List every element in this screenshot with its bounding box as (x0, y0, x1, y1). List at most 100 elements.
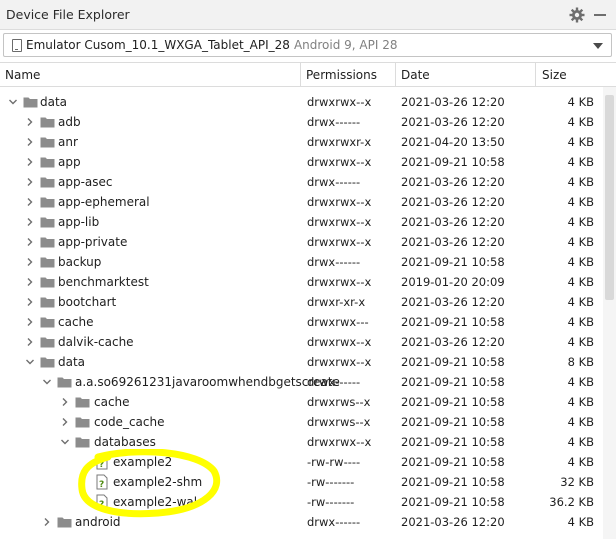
chevron-right-icon[interactable] (60, 417, 70, 427)
tree-row-folder[interactable]: android drwx------ 2021-03-26 12:20 4 KB (0, 512, 602, 532)
scrollbar-thumb[interactable] (605, 95, 614, 300)
tree-item-label: bootchart (58, 295, 117, 309)
tree-row-folder[interactable]: adb drwx------ 2021-03-26 12:20 4 KB (0, 112, 602, 132)
tree-item-label: app-lib (58, 215, 100, 229)
chevron-right-icon[interactable] (25, 157, 35, 167)
date-cell: 2021-09-21 10:58 (401, 255, 505, 269)
tree-item-label: a.a.so69261231javaroomwhendbgetscreate (75, 375, 340, 389)
table-header: Name Permissions Date Size (0, 62, 616, 87)
chevron-right-icon[interactable] (42, 517, 52, 527)
permissions-cell: drwx------ (307, 375, 361, 389)
chevron-down-icon[interactable] (25, 357, 35, 367)
chevron-right-icon[interactable] (25, 137, 35, 147)
tree-item-label: app-ephemeral (58, 195, 150, 209)
file-tree[interactable]: data drwxrwx--x 2021-03-26 12:20 4 KB adb drw… (0, 92, 602, 539)
tree-row-file[interactable]: ? example2 -rw-rw---- 2021-09-21 10:58 4 KB (0, 452, 602, 472)
chevron-right-icon[interactable] (25, 337, 35, 347)
chevron-right-icon[interactable] (25, 297, 35, 307)
tree-row-folder[interactable]: code_cache drwxrws--x 2021-09-21 10:58 4 KB (0, 412, 602, 432)
chevron-right-icon[interactable] (25, 217, 35, 227)
permissions-cell: drwx------ (307, 515, 361, 529)
tree-item-label: adb (58, 115, 81, 129)
permissions-cell: drwxr-xr-x (307, 295, 366, 309)
size-cell: 4 KB (567, 455, 594, 469)
size-cell: 4 KB (567, 275, 594, 289)
permissions-cell: drwxrwx--x (307, 435, 372, 449)
tree-row-folder[interactable]: a.a.so69261231javaroomwhendbgetscreate dr… (0, 372, 602, 392)
chevron-down-icon[interactable] (42, 377, 52, 387)
column-divider[interactable] (535, 63, 536, 87)
date-cell: 2021-03-26 12:20 (401, 515, 505, 529)
date-cell: 2021-09-21 10:58 (401, 315, 505, 329)
tree-row-folder[interactable]: app-private drwxrwx--x 2021-03-26 12:20 4 K… (0, 232, 602, 252)
tree-row-folder[interactable]: backup drwx------ 2021-09-21 10:58 4 KB (0, 252, 602, 272)
device-selector[interactable]: Emulator Cusom_10.1_WXGA_Tablet_API_28 An… (3, 33, 612, 57)
permissions-cell: drwxrwx--- (307, 315, 369, 329)
tree-item-label: example2-shm (113, 475, 203, 489)
permissions-cell: drwxrwx--x (307, 215, 372, 229)
device-icon (12, 39, 22, 52)
column-size[interactable]: Size (542, 68, 567, 82)
tree-row-folder[interactable]: bootchart drwxr-xr-x 2021-03-26 12:20 4 KB (0, 292, 602, 312)
tree-row-folder[interactable]: app-asec drwx------ 2021-03-26 12:20 4 KB (0, 172, 602, 192)
chevron-right-icon[interactable] (25, 317, 35, 327)
date-cell: 2021-09-21 10:58 (401, 375, 505, 389)
column-name[interactable]: Name (5, 68, 40, 82)
tree-row-folder[interactable]: benchmarktest drwxrwx--x 2019-01-20 20:09 4… (0, 272, 602, 292)
permissions-cell: -rw-rw---- (307, 455, 361, 469)
chevron-right-icon[interactable] (25, 277, 35, 287)
tree-item-label: cache (58, 315, 94, 329)
device-meta: Android 9, API 28 (293, 38, 398, 52)
device-label: Emulator Cusom_10.1_WXGA_Tablet_API_28 An… (26, 38, 397, 52)
tree-row-file[interactable]: ? example2-wal -rw------- 2021-09-21 10:58 3… (0, 492, 602, 512)
size-cell: 4 KB (567, 195, 594, 209)
tree-row-folder[interactable]: cache drwxrws--x 2021-09-21 10:58 4 KB (0, 392, 602, 412)
size-cell: 4 KB (567, 155, 594, 169)
date-cell: 2021-03-26 12:20 (401, 215, 505, 229)
column-divider[interactable] (395, 63, 396, 87)
folder-icon (40, 257, 55, 268)
tree-row-folder[interactable]: databases drwxrwx--x 2021-09-21 10:58 4 KB (0, 432, 602, 452)
tree-item-label: cache (94, 395, 130, 409)
chevron-down-icon[interactable] (8, 97, 18, 107)
date-cell: 2021-03-26 12:20 (401, 175, 505, 189)
tree-row-folder[interactable]: app drwxrwx--x 2021-09-21 10:58 4 KB (0, 152, 602, 172)
tree-row-folder[interactable]: app-lib drwxrwx--x 2021-03-26 12:20 4 KB (0, 212, 602, 232)
folder-icon (40, 317, 55, 328)
column-permissions[interactable]: Permissions (306, 68, 377, 82)
column-date[interactable]: Date (401, 68, 430, 82)
tree-row-folder[interactable]: data drwxrwx--x 2021-09-21 10:58 8 KB (0, 352, 602, 372)
chevron-right-icon[interactable] (25, 237, 35, 247)
permissions-cell: drwx------ (307, 175, 361, 189)
folder-icon (40, 117, 55, 128)
permissions-cell: drwxrwx--x (307, 335, 372, 349)
chevron-right-icon[interactable] (25, 197, 35, 207)
chevron-right-icon[interactable] (25, 257, 35, 267)
minimize-icon[interactable] (594, 14, 606, 16)
gear-icon[interactable] (568, 6, 586, 24)
tree-row-folder[interactable]: dalvik-cache drwxrwx--x 2021-03-26 12:20 4 … (0, 332, 602, 352)
date-cell: 2021-03-26 12:20 (401, 95, 505, 109)
unknown-file-icon: ? (96, 474, 108, 490)
folder-icon (75, 397, 90, 408)
tree-row-folder[interactable]: data drwxrwx--x 2021-03-26 12:20 4 KB (0, 92, 602, 112)
folder-icon (40, 357, 55, 368)
permissions-cell: drwxrwxr-x (307, 135, 372, 149)
unknown-file-icon: ? (96, 494, 108, 510)
unknown-file-icon: ? (96, 454, 108, 470)
permissions-cell: drwxrwx--x (307, 355, 372, 369)
tree-row-folder[interactable]: anr drwxrwxr-x 2021-04-20 13:50 4 KB (0, 132, 602, 152)
date-cell: 2021-09-21 10:58 (401, 155, 505, 169)
tree-item-label: dalvik-cache (58, 335, 134, 349)
tree-row-file[interactable]: ? example2-shm -rw------- 2021-09-21 10:58 3… (0, 472, 602, 492)
column-divider[interactable] (300, 63, 301, 87)
chevron-down-icon[interactable] (60, 437, 70, 447)
date-cell: 2021-09-21 10:58 (401, 475, 505, 489)
tree-row-folder[interactable]: app-ephemeral drwxrwx--x 2021-03-26 12:20 4… (0, 192, 602, 212)
chevron-right-icon[interactable] (25, 117, 35, 127)
size-cell: 4 KB (567, 335, 594, 349)
chevron-right-icon[interactable] (25, 177, 35, 187)
tree-row-folder[interactable]: cache drwxrwx--- 2021-09-21 10:58 4 KB (0, 312, 602, 332)
tree-item-label: android (75, 515, 121, 529)
chevron-right-icon[interactable] (60, 397, 70, 407)
